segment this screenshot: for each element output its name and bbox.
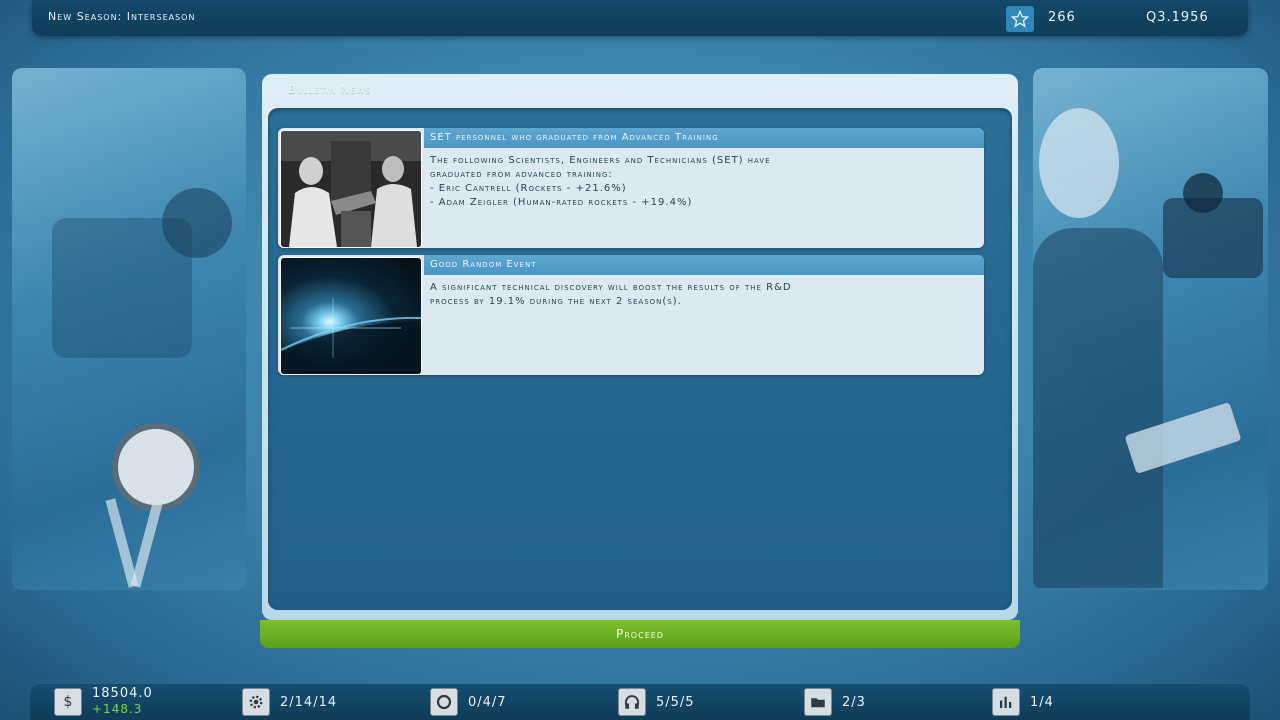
news-line: process by 19.1% during the next 2 seaso… (430, 296, 682, 307)
news-body: The following Scientists, Engineers and … (430, 154, 964, 210)
news-title: SET personnel who graduated from Advance… (424, 128, 984, 148)
bulletin-panel: Bulletin News SET personnel who graduate… (262, 74, 1018, 620)
staff-value: 5/5/5 (656, 694, 695, 710)
headset-icon (618, 688, 646, 716)
right-background-photo (1033, 68, 1268, 590)
news-title: Good Random Event (424, 255, 984, 275)
staff-stat[interactable]: 5/5/5 (618, 688, 695, 716)
scientists-photo (280, 130, 422, 248)
game-date: Q3.1956 (1146, 10, 1209, 25)
reputation-button[interactable] (1006, 6, 1034, 32)
news-line: A significant technical discovery will b… (430, 282, 792, 293)
stats-value: 1/4 (1030, 694, 1054, 710)
left-background-photo (12, 68, 246, 590)
news-item-random-event: Good Random Event A significant technica… (278, 255, 984, 375)
news-line: The following Scientists, Engineers and … (430, 155, 771, 166)
bar-chart-icon (992, 688, 1020, 716)
news-item-set-graduation: SET personnel who graduated from Advance… (278, 128, 984, 248)
season-status: New Season: Interseason (48, 10, 196, 23)
facilities-value: 2/14/14 (280, 694, 338, 710)
news-body: A significant technical discovery will b… (430, 281, 964, 309)
files-stat[interactable]: 2/3 (804, 688, 866, 716)
facilities-stat[interactable]: 2/14/14 (242, 688, 337, 716)
dollar-icon: $ (54, 688, 82, 716)
money-delta: +148.3 (92, 702, 143, 716)
gear-icon (242, 688, 270, 716)
reputation-value: 266 (1048, 10, 1076, 25)
money-value: 18504.0 (92, 686, 153, 701)
bottom-bar: $ 18504.0 +148.3 2/14/14 0/4/7 5/5/5 2/3… (30, 684, 1250, 720)
news-line: - Eric Cantrell (Rockets - +21.6%) (430, 183, 627, 194)
news-line: graduated from advanced training: (430, 169, 613, 180)
programs-stat[interactable]: 0/4/7 (430, 688, 507, 716)
panel-title: Bulletin News (288, 83, 372, 96)
news-list[interactable]: SET personnel who graduated from Advance… (268, 108, 1012, 610)
sunrise-earth-photo (280, 257, 422, 375)
folder-icon (804, 688, 832, 716)
files-value: 2/3 (842, 694, 866, 710)
cycle-icon (430, 688, 458, 716)
stats-stat[interactable]: 1/4 (992, 688, 1054, 716)
star-icon (1011, 10, 1029, 28)
programs-value: 0/4/7 (468, 694, 507, 710)
money-stat[interactable]: $ (54, 688, 82, 716)
news-line: - Adam Zeigler (Human-rated rockets - +1… (430, 197, 693, 208)
proceed-button[interactable]: Proceed (260, 620, 1020, 648)
top-bar: New Season: Interseason 266 Q3.1956 (32, 0, 1248, 36)
